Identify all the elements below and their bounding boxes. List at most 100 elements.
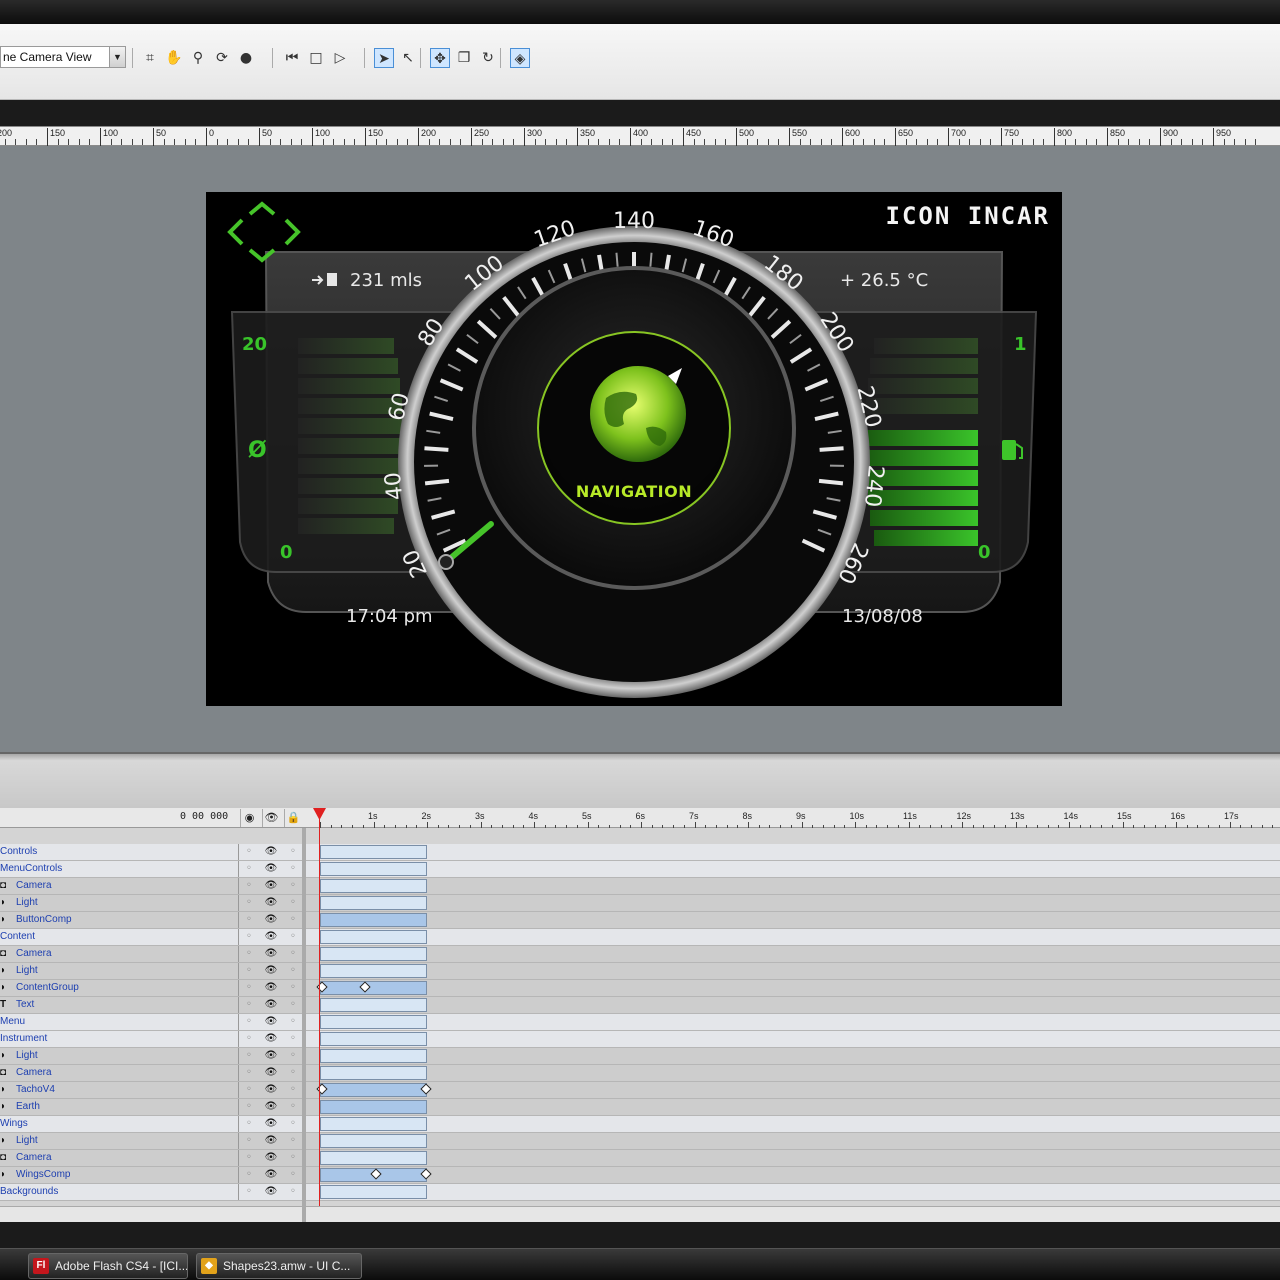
layer-row[interactable]: ◗ WingsComp ◦ 👁 ◦ xyxy=(0,1167,1280,1184)
eye-icon[interactable]: 👁 xyxy=(262,1048,280,1064)
layer-row[interactable]: ◗ Light ◦ 👁 ◦ xyxy=(0,1048,1280,1065)
lock-toggle-icon[interactable]: ◦ xyxy=(284,963,302,979)
layer-span-bar[interactable] xyxy=(320,1015,427,1029)
layer-span-bar[interactable] xyxy=(320,1066,427,1080)
lock-toggle-icon[interactable]: ◦ xyxy=(284,1150,302,1166)
record-icon[interactable]: ◉ xyxy=(240,809,258,827)
globe-icon[interactable] xyxy=(590,366,686,462)
taskbar-button[interactable]: Fl Adobe Flash CS4 - [ICI... xyxy=(28,1253,188,1279)
lock-toggle-icon[interactable]: ◦ xyxy=(284,1048,302,1064)
record-toggle-icon[interactable]: ◦ xyxy=(240,1116,258,1132)
layer-span-bar[interactable] xyxy=(320,913,427,927)
record-toggle-icon[interactable]: ◦ xyxy=(240,963,258,979)
lock-toggle-icon[interactable]: ◦ xyxy=(284,1133,302,1149)
record-toggle-icon[interactable]: ◦ xyxy=(240,895,258,911)
eye-icon[interactable]: 👁 xyxy=(262,1167,280,1183)
layer-row[interactable]: ◘ Camera ◦ 👁 ◦ xyxy=(0,878,1280,895)
record-toggle-icon[interactable]: ◦ xyxy=(240,1133,258,1149)
layer-name[interactable]: ContentGroup xyxy=(16,980,79,996)
layer-name[interactable]: Menu xyxy=(0,1014,25,1030)
sphere-icon[interactable]: ● xyxy=(236,48,256,68)
layer-span-bar[interactable] xyxy=(320,981,427,995)
layer-name[interactable]: Camera xyxy=(16,946,52,962)
layer-name[interactable]: ButtonComp xyxy=(16,912,72,928)
lock-toggle-icon[interactable]: ◦ xyxy=(284,1167,302,1183)
hand-icon[interactable]: ✋ xyxy=(164,48,184,68)
lock-toggle-icon[interactable]: ◦ xyxy=(284,980,302,996)
lock-icon[interactable]: 🔒 xyxy=(284,809,302,827)
layer-name[interactable]: MenuControls xyxy=(0,861,62,877)
record-toggle-icon[interactable]: ◦ xyxy=(240,1099,258,1115)
eye-icon[interactable]: 👁 xyxy=(262,1116,280,1132)
select-region-icon[interactable]: ⌗ xyxy=(140,48,160,68)
layer-name[interactable]: Light xyxy=(16,1048,38,1064)
lock-toggle-icon[interactable]: ◦ xyxy=(284,895,302,911)
chevron-down-icon[interactable]: ▼ xyxy=(109,47,125,67)
layer-row[interactable]: Menu ◦ 👁 ◦ xyxy=(0,1014,1280,1031)
record-toggle-icon[interactable]: ◦ xyxy=(240,1065,258,1081)
layer-row[interactable]: ◗ ButtonComp ◦ 👁 ◦ xyxy=(0,912,1280,929)
visibility-column-eye-icon[interactable]: 👁 xyxy=(262,809,280,827)
lock-toggle-icon[interactable]: ◦ xyxy=(284,878,302,894)
layer-span-bar[interactable] xyxy=(320,947,427,961)
layer-row[interactable]: ◘ Camera ◦ 👁 ◦ xyxy=(0,1150,1280,1167)
layer-span-bar[interactable] xyxy=(320,1032,427,1046)
layer-span-bar[interactable] xyxy=(320,930,427,944)
eye-icon[interactable]: 👁 xyxy=(262,1065,280,1081)
copy-icon[interactable]: ❐ xyxy=(454,48,474,68)
rotate-icon[interactable]: ↻ xyxy=(478,48,498,68)
record-toggle-icon[interactable]: ◦ xyxy=(240,1048,258,1064)
record-toggle-icon[interactable]: ◦ xyxy=(240,1014,258,1030)
camera-view-select[interactable]: ne Camera View ▼ xyxy=(0,46,126,68)
layer-name[interactable]: Wings xyxy=(0,1116,28,1132)
layer-row[interactable]: MenuControls ◦ 👁 ◦ xyxy=(0,861,1280,878)
layer-name[interactable]: Light xyxy=(16,1133,38,1149)
eye-icon[interactable]: 👁 xyxy=(262,1099,280,1115)
layer-row[interactable]: ◘ Camera ◦ 👁 ◦ xyxy=(0,1065,1280,1082)
timeline-scrollbar[interactable] xyxy=(306,1206,1280,1222)
layer-row[interactable]: ◗ ContentGroup ◦ 👁 ◦ xyxy=(0,980,1280,997)
lock-toggle-icon[interactable]: ◦ xyxy=(284,844,302,860)
timeline-splitter[interactable] xyxy=(302,828,306,1222)
layer-name[interactable]: Instrument xyxy=(0,1031,47,1047)
lock-toggle-icon[interactable]: ◦ xyxy=(284,1184,302,1200)
eye-icon[interactable]: 👁 xyxy=(262,878,280,894)
layer-row[interactable]: Content ◦ 👁 ◦ xyxy=(0,929,1280,946)
layer-name[interactable]: Controls xyxy=(0,844,37,860)
taskbar-button[interactable]: ◆ Shapes23.amw - UI C... xyxy=(196,1253,362,1279)
layer-span-bar[interactable] xyxy=(320,1185,427,1199)
layer-span-bar[interactable] xyxy=(320,1117,427,1131)
arrow-select-icon[interactable]: ➤ xyxy=(374,48,394,68)
eye-icon[interactable]: 👁 xyxy=(262,912,280,928)
layer-span-bar[interactable] xyxy=(320,1049,427,1063)
record-toggle-icon[interactable]: ◦ xyxy=(240,1082,258,1098)
navigation-label[interactable]: NAVIGATION xyxy=(566,482,702,501)
eye-icon[interactable]: 👁 xyxy=(262,1133,280,1149)
layer-row[interactable]: ◗ Earth ◦ 👁 ◦ xyxy=(0,1099,1280,1116)
layer-row[interactable]: ◗ Light ◦ 👁 ◦ xyxy=(0,963,1280,980)
layer-name[interactable]: Light xyxy=(16,963,38,979)
layer-span-bar[interactable] xyxy=(320,879,427,893)
layer-row[interactable]: ◗ Light ◦ 👁 ◦ xyxy=(0,1133,1280,1150)
eye-icon[interactable]: 👁 xyxy=(262,963,280,979)
record-toggle-icon[interactable]: ◦ xyxy=(240,997,258,1013)
eye-icon[interactable]: 👁 xyxy=(262,1014,280,1030)
layer-span-bar[interactable] xyxy=(320,1083,427,1097)
eye-icon[interactable]: 👁 xyxy=(262,929,280,945)
record-toggle-icon[interactable]: ◦ xyxy=(240,861,258,877)
record-toggle-icon[interactable]: ◦ xyxy=(240,1031,258,1047)
lock-toggle-icon[interactable]: ◦ xyxy=(284,912,302,928)
layer-row[interactable]: ◗ TachoV4 ◦ 👁 ◦ xyxy=(0,1082,1280,1099)
layer-span-bar[interactable] xyxy=(320,896,427,910)
eye-icon[interactable]: 👁 xyxy=(262,946,280,962)
lock-toggle-icon[interactable]: ◦ xyxy=(284,1116,302,1132)
subselect-icon[interactable]: ↖ xyxy=(398,48,418,68)
layer-scrollbar[interactable] xyxy=(0,1206,302,1222)
move-icon[interactable]: ✥ xyxy=(430,48,450,68)
layer-name[interactable]: Content xyxy=(0,929,35,945)
lock-toggle-icon[interactable]: ◦ xyxy=(284,1082,302,1098)
lock-toggle-icon[interactable]: ◦ xyxy=(284,1031,302,1047)
eye-icon[interactable]: 👁 xyxy=(262,895,280,911)
lock-toggle-icon[interactable]: ◦ xyxy=(284,1065,302,1081)
eye-icon[interactable]: 👁 xyxy=(262,1082,280,1098)
